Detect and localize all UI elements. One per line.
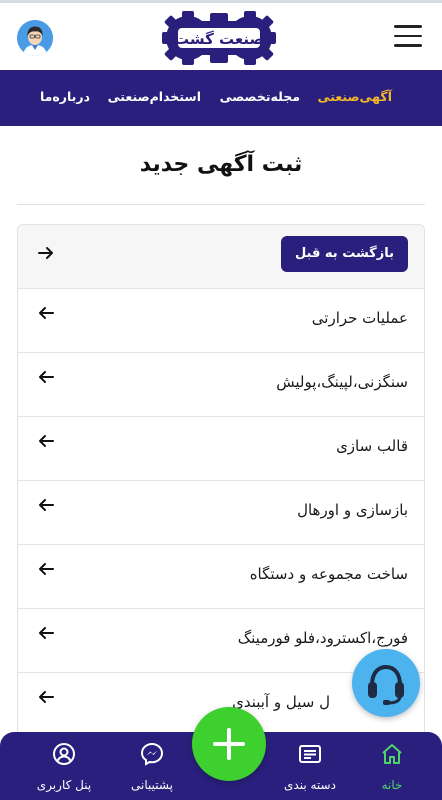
arrow-left-icon <box>39 563 54 575</box>
category-row[interactable]: عملیات حرارتی <box>18 289 424 353</box>
category-list-icon <box>299 745 321 763</box>
user-circle-icon <box>53 743 75 765</box>
back-button[interactable]: بازگشت به قبل <box>280 236 408 272</box>
category-label: فورج،اکسترود،فلو فورمینگ <box>237 629 408 647</box>
plus-icon <box>213 728 245 760</box>
nav-item-industrial-ads[interactable]: آگهی‌صنعتی <box>318 89 392 104</box>
back-row: بازگشت به قبل <box>18 225 424 289</box>
support-chat-button[interactable] <box>352 649 420 717</box>
category-label: عملیات حرارتی <box>311 309 408 327</box>
tab-support-label: پشتیبانی <box>131 778 173 792</box>
logo-text: صنعت گشت <box>174 30 264 48</box>
arrow-left-icon <box>39 307 54 319</box>
tab-categories-label: دسته بندی <box>284 778 336 792</box>
tab-home[interactable]: خانه <box>348 732 436 800</box>
category-row[interactable]: بازسازی و اورهال <box>18 481 424 545</box>
arrow-left-icon <box>39 691 54 703</box>
tab-categories[interactable]: دسته بندی <box>266 732 354 800</box>
tab-user-panel[interactable]: پنل کاربری <box>20 732 108 800</box>
site-logo[interactable]: صنعت گشت <box>160 7 278 69</box>
arrow-left-icon <box>39 499 54 511</box>
app-header: صنعت گشت <box>0 0 442 70</box>
title-divider <box>17 204 425 205</box>
home-icon <box>382 744 402 764</box>
tab-home-label: خانه <box>381 778 403 792</box>
nav-item-about[interactable]: درباره‌ما <box>40 89 90 104</box>
add-ad-button[interactable] <box>192 707 266 781</box>
page-title: ثبت آگهی جدید <box>139 152 303 177</box>
category-row[interactable]: ساخت مجموعه و دستگاه <box>18 545 424 609</box>
category-label: ساخت مجموعه و دستگاه <box>249 565 408 583</box>
tab-user-panel-label: پنل کاربری <box>36 778 92 792</box>
user-avatar-icon[interactable] <box>17 20 53 56</box>
category-row[interactable]: سنگزنی،لپینگ،پولیش <box>18 353 424 417</box>
headset-icon <box>368 664 404 705</box>
nav-item-magazine[interactable]: مجله‌تخصصی <box>220 89 300 104</box>
tab-support[interactable]: پشتیبانی <box>108 732 196 800</box>
top-nav: آگهی‌صنعتی مجله‌تخصصی استخدام‌صنعتی دربا… <box>0 70 442 126</box>
hamburger-menu-icon[interactable] <box>394 25 422 49</box>
category-label: بازسازی و اورهال <box>297 501 408 519</box>
arrow-left-icon <box>39 435 54 447</box>
messenger-icon <box>140 742 164 766</box>
category-row[interactable]: قالب سازی <box>18 417 424 481</box>
category-label: سنگزنی،لپینگ،پولیش <box>276 373 408 391</box>
arrow-right-icon[interactable] <box>38 245 54 261</box>
arrow-left-icon <box>39 371 54 383</box>
category-label: قالب سازی <box>336 437 408 455</box>
arrow-left-icon <box>39 627 54 639</box>
nav-item-jobs[interactable]: استخدام‌صنعتی <box>108 89 201 104</box>
